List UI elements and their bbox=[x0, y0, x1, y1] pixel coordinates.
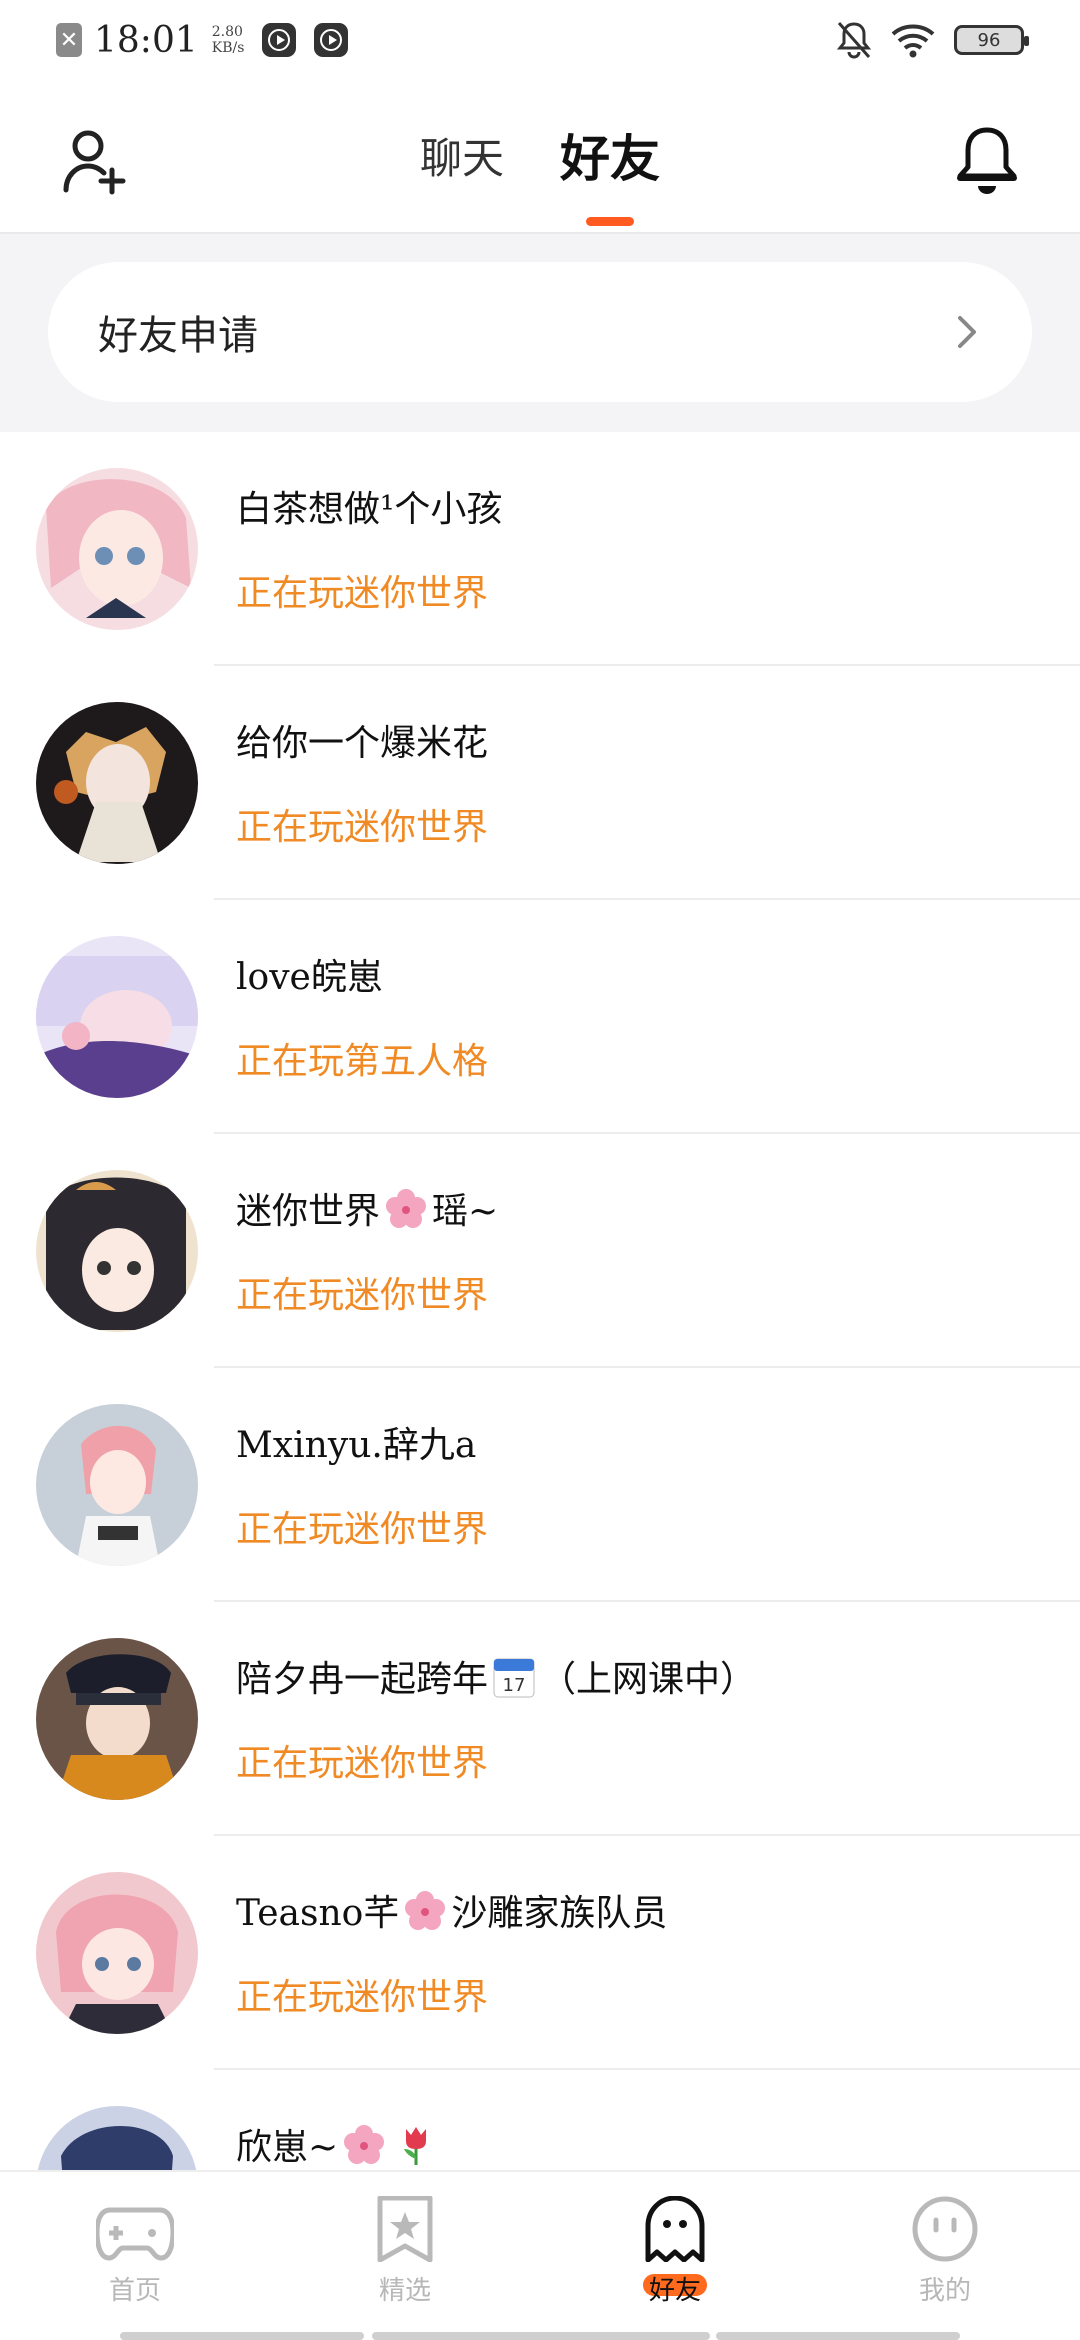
avatar bbox=[36, 702, 198, 864]
friend-list: 白茶想做¹个小孩 正在玩迷你世界 给你一个爆米花 正在玩迷你世界 love皖崽 … bbox=[0, 432, 1080, 2304]
friend-name: 欣崽~ bbox=[236, 2118, 442, 2170]
network-speed: 2.80 KB/s bbox=[212, 24, 245, 56]
friend-row[interactable]: 陪夕冉一起跨年 17 （上网课中） 正在玩迷你世界 bbox=[0, 1602, 1080, 1836]
status-bar-right: 96 bbox=[836, 20, 1029, 60]
nav-me-label: 我的 bbox=[918, 2276, 971, 2306]
close-notification-icon: ✕ bbox=[56, 23, 82, 57]
friend-status: 正在玩迷你世界 bbox=[236, 573, 489, 614]
clock: 18:01 bbox=[94, 19, 198, 61]
nav-home[interactable]: 首页 bbox=[0, 2172, 270, 2340]
friend-row[interactable]: 白茶想做¹个小孩 正在玩迷你世界 bbox=[0, 432, 1080, 666]
network-speed-unit: KB/s bbox=[211, 40, 245, 56]
friend-status: 正在玩迷你世界 bbox=[236, 807, 489, 848]
calendar-icon: 17 bbox=[493, 1658, 535, 1698]
battery-level: 96 bbox=[977, 29, 1001, 51]
chevron-right-icon bbox=[958, 316, 976, 348]
friend-row[interactable]: Mxinyu.辞九a 正在玩迷你世界 bbox=[0, 1368, 1080, 1602]
gamepad-icon bbox=[96, 2207, 174, 2261]
smiley-icon bbox=[912, 2196, 978, 2262]
friend-name-part: （上网课中） bbox=[540, 1659, 757, 1700]
avatar bbox=[36, 1638, 198, 1800]
nav-friends-label: 好友 bbox=[648, 2276, 701, 2306]
avatar bbox=[36, 1872, 198, 2034]
friend-row[interactable]: Teasno芊 沙雕家族队员 正在玩迷你世界 bbox=[0, 1836, 1080, 2070]
friend-row[interactable]: love皖崽 正在玩第五人格 bbox=[0, 900, 1080, 1134]
tab-friends-label: 好友 bbox=[560, 130, 660, 188]
status-bar: ✕ 18:01 2.80 KB/s 96 bbox=[0, 0, 1080, 80]
friend-name: 陪夕冉一起跨年 17 （上网课中） bbox=[236, 1650, 756, 1702]
friend-status: 正在玩迷你世界 bbox=[236, 1977, 489, 2018]
friend-status: 正在玩迷你世界 bbox=[236, 1275, 489, 1316]
friend-name-part: Teasno芊 bbox=[236, 1893, 400, 1934]
friend-request-button[interactable]: 好友申请 bbox=[48, 262, 1032, 402]
tab-friends[interactable]: 好友 bbox=[560, 124, 660, 226]
friend-name-part: 陪夕冉一起跨年 bbox=[236, 1659, 489, 1700]
tulip-icon bbox=[404, 2127, 427, 2165]
friend-name: 白茶想做¹个小孩 bbox=[236, 489, 503, 530]
avatar bbox=[36, 468, 198, 630]
wifi-icon bbox=[891, 24, 935, 58]
cherry-blossom-icon bbox=[405, 1891, 446, 1930]
svg-text:17: 17 bbox=[503, 1675, 526, 1696]
top-tabs: 聊天 好友 bbox=[0, 124, 1080, 226]
avatar bbox=[36, 1170, 198, 1332]
media-play-icon bbox=[262, 23, 297, 57]
gesture-bar-left bbox=[120, 2332, 364, 2340]
nav-me[interactable]: 我的 bbox=[810, 2172, 1080, 2340]
battery-indicator: 96 bbox=[954, 25, 1029, 55]
friend-name: 迷你世界 瑶~ bbox=[236, 1182, 498, 1234]
gesture-bar-center bbox=[372, 2332, 710, 2340]
cherry-blossom-icon bbox=[386, 1189, 427, 1228]
friend-name: love皖崽 bbox=[236, 957, 383, 998]
friend-name: Teasno芊 沙雕家族队员 bbox=[236, 1884, 667, 1936]
friend-name-part: 欣崽~ bbox=[236, 2127, 339, 2168]
notification-bell-icon[interactable] bbox=[954, 122, 1020, 198]
bottom-nav: 首页 精选 好友 我的 bbox=[0, 2170, 1080, 2340]
active-tab-indicator bbox=[586, 217, 634, 226]
friend-status: 正在玩迷你世界 bbox=[236, 1743, 489, 1784]
nav-featured-label: 精选 bbox=[378, 2276, 431, 2306]
avatar bbox=[36, 1404, 198, 1566]
friend-request-label: 好友申请 bbox=[98, 313, 258, 359]
friend-name: 给你一个爆米花 bbox=[236, 723, 489, 764]
nav-featured[interactable]: 精选 bbox=[270, 2172, 540, 2340]
friend-row[interactable]: 给你一个爆米花 正在玩迷你世界 bbox=[0, 666, 1080, 900]
media-play-icon-2 bbox=[314, 23, 349, 57]
gesture-bar-right bbox=[716, 2332, 960, 2340]
friend-name-part: 瑶~ bbox=[432, 1191, 499, 1232]
top-header: 聊天 好友 bbox=[0, 80, 1080, 234]
nav-home-label: 首页 bbox=[108, 2276, 161, 2306]
friend-status: 正在玩迷你世界 bbox=[236, 1509, 489, 1550]
mute-bell-icon bbox=[836, 22, 872, 59]
friend-status: 正在玩第五人格 bbox=[236, 1041, 489, 1082]
tab-chat-label: 聊天 bbox=[419, 134, 504, 183]
status-bar-left: ✕ 18:01 2.80 KB/s bbox=[56, 19, 349, 61]
friend-name: Mxinyu.辞九a bbox=[236, 1425, 477, 1466]
star-bookmark-icon bbox=[377, 2196, 433, 2262]
cherry-blossom-icon bbox=[344, 2125, 385, 2164]
friend-name-part: 沙雕家族队员 bbox=[451, 1893, 668, 1934]
friend-row[interactable]: 迷你世界 瑶~ 正在玩迷你世界 bbox=[0, 1134, 1080, 1368]
network-speed-value: 2.80 bbox=[211, 24, 243, 40]
nav-friends[interactable]: 好友 bbox=[540, 2172, 810, 2340]
tab-chat[interactable]: 聊天 bbox=[420, 124, 504, 194]
ghost-icon bbox=[645, 2196, 705, 2262]
friend-name-part: 迷你世界 bbox=[236, 1191, 381, 1232]
friend-request-section: 好友申请 bbox=[0, 234, 1080, 432]
avatar bbox=[36, 936, 198, 1098]
